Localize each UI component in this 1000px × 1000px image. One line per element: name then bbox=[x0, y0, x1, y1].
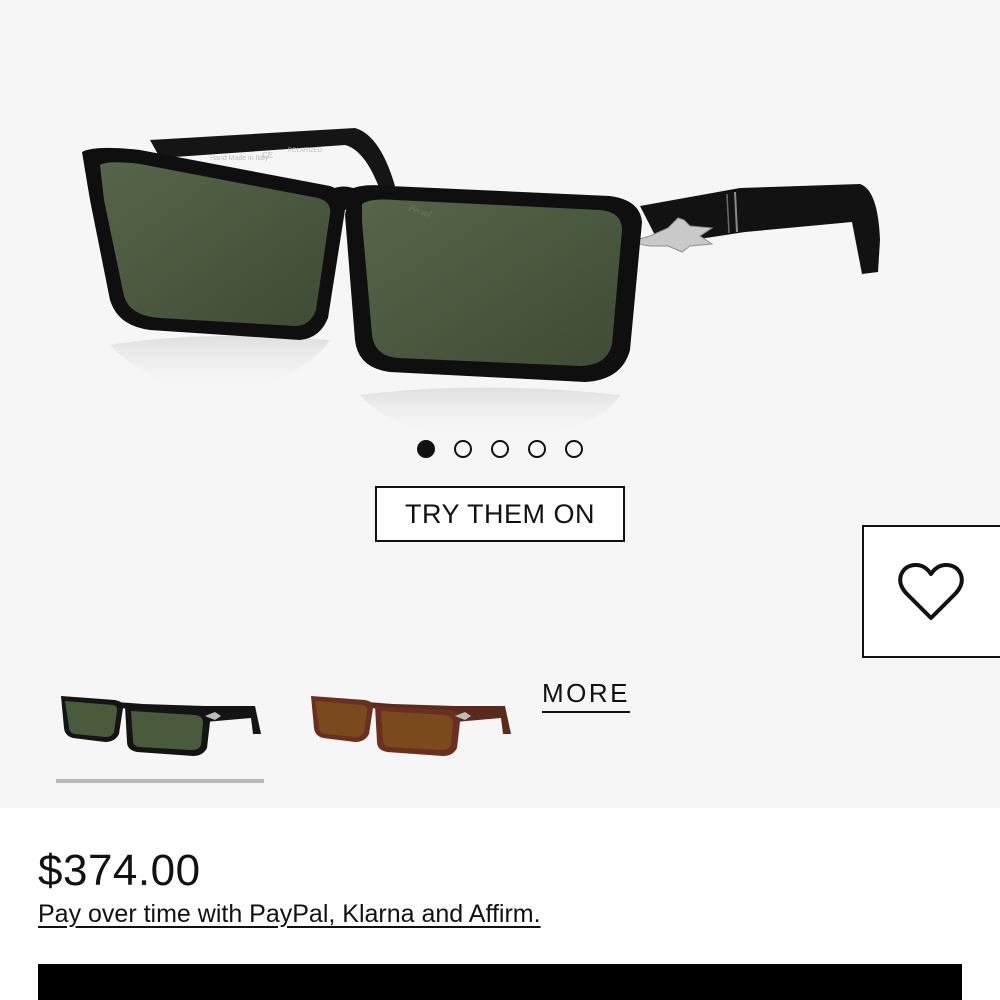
add-to-cart-button[interactable] bbox=[38, 964, 962, 1000]
carousel-dot[interactable] bbox=[417, 440, 435, 458]
product-gallery: Hand Made in Italy CE POLARIZED Persol T… bbox=[0, 0, 1000, 808]
try-them-on-label: TRY THEM ON bbox=[404, 498, 596, 529]
svg-text:Hand Made in Italy: Hand Made in Italy bbox=[210, 155, 269, 162]
carousel-dot[interactable] bbox=[491, 440, 509, 458]
svg-text:POLARIZED: POLARIZED bbox=[288, 148, 323, 154]
financing-link[interactable]: Pay over time with PayPal, Klarna and Af… bbox=[38, 900, 541, 929]
more-variants-link[interactable]: MORE bbox=[542, 678, 630, 713]
product-hero-image[interactable]: Hand Made in Italy CE POLARIZED Persol bbox=[0, 0, 1000, 440]
wishlist-button[interactable] bbox=[862, 525, 1000, 658]
carousel-dot[interactable] bbox=[528, 440, 546, 458]
selected-variant-indicator bbox=[56, 779, 264, 783]
carousel-dots bbox=[0, 440, 1000, 458]
svg-text:CE: CE bbox=[262, 151, 273, 160]
carousel-dot[interactable] bbox=[565, 440, 583, 458]
carousel-dot[interactable] bbox=[454, 440, 472, 458]
variant-thumbnail-black[interactable] bbox=[55, 676, 265, 760]
product-price: $374.00 bbox=[38, 846, 201, 895]
variant-thumbnail-havana[interactable] bbox=[305, 676, 515, 760]
try-them-on-button[interactable]: TRY THEM ON bbox=[375, 486, 625, 542]
heart-icon bbox=[898, 562, 964, 620]
